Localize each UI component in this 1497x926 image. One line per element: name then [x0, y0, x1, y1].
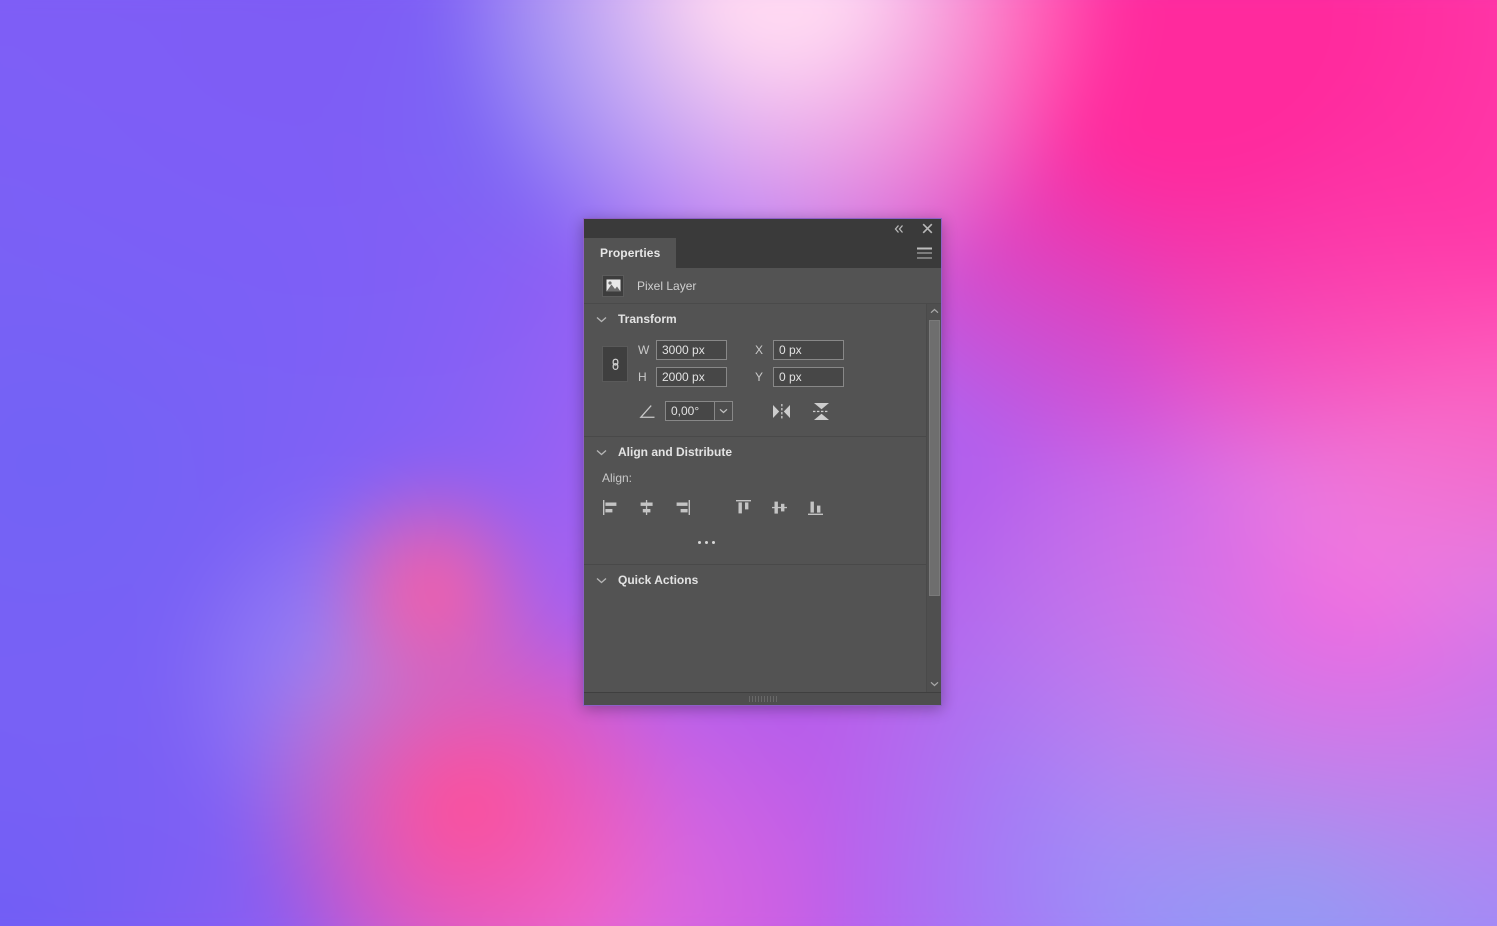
quick-actions-body — [584, 595, 926, 653]
x-input[interactable] — [773, 340, 844, 360]
align-top-edges-icon[interactable] — [735, 499, 752, 516]
transform-fields: W X H Y — [638, 340, 844, 387]
flip-buttons — [770, 400, 832, 422]
panel-tabstrip: Properties — [584, 238, 941, 268]
align-horizontal-centers-icon[interactable] — [638, 499, 655, 516]
resize-grip-icon[interactable] — [748, 696, 777, 702]
chevron-down-icon — [595, 313, 608, 326]
layer-row: Pixel Layer — [584, 268, 941, 304]
scrollbar-thumb[interactable] — [929, 320, 940, 596]
width-input[interactable] — [656, 340, 727, 360]
section-align-and-distribute: Align and Distribute Align: — [584, 437, 926, 565]
link-chain-icon[interactable] — [602, 345, 628, 382]
width-label: W — [638, 343, 650, 357]
align-more-row — [584, 537, 926, 548]
x-label: X — [755, 343, 764, 357]
more-options-icon[interactable] — [694, 537, 719, 548]
angle-row — [639, 400, 926, 422]
collapse-to-icons-icon[interactable] — [892, 222, 906, 236]
chevron-down-icon — [595, 574, 608, 587]
y-input[interactable] — [773, 367, 844, 387]
properties-panel: Properties Pixel Layer Transform W 3000 … — [583, 218, 942, 706]
width-x-line: W X — [638, 340, 844, 360]
y-label: Y — [755, 370, 764, 384]
align-right-edges-icon[interactable] — [674, 499, 691, 516]
angle-dropdown-chevron-down-icon[interactable] — [714, 401, 733, 421]
panel-scrollbar[interactable] — [926, 304, 941, 692]
tab-properties-label: Properties — [600, 246, 661, 260]
panel-sections: Transform W 3000 px X 0 px H 2000 px Y 0… — [584, 304, 926, 692]
align-label: Align: — [602, 471, 633, 485]
section-quick-actions-header[interactable]: Quick Actions — [584, 565, 926, 595]
section-transform: Transform W 3000 px X 0 px H 2000 px Y 0… — [584, 304, 926, 437]
section-quick-actions: Quick Actions — [584, 565, 926, 653]
section-quick-actions-title: Quick Actions — [618, 573, 699, 587]
tab-properties[interactable]: Properties — [584, 238, 677, 268]
align-horizontal-group — [602, 499, 691, 516]
flip-vertical-icon[interactable] — [810, 400, 832, 422]
flip-horizontal-icon[interactable] — [770, 400, 792, 422]
align-bottom-edges-icon[interactable] — [807, 499, 824, 516]
hamburger-menu-icon[interactable] — [917, 247, 932, 259]
align-body: Align: — [584, 467, 926, 564]
height-label: H — [638, 370, 647, 384]
height-y-line: H Y — [638, 367, 844, 387]
panel-footer — [584, 692, 941, 705]
align-buttons — [602, 499, 926, 516]
height-input[interactable] — [656, 367, 727, 387]
scrollbar-track[interactable] — [929, 318, 940, 676]
align-vertical-group — [735, 499, 824, 516]
image-thumbnail-icon — [602, 274, 624, 297]
transform-body: W X H Y — [584, 334, 926, 436]
align-left-edges-icon[interactable] — [602, 499, 619, 516]
close-icon[interactable] — [920, 222, 934, 236]
align-vertical-centers-icon[interactable] — [771, 499, 788, 516]
scroll-up-chevron-up-icon[interactable] — [930, 304, 939, 317]
chevron-down-icon — [595, 446, 608, 459]
section-align-header[interactable]: Align and Distribute — [584, 437, 926, 467]
panel-scroll-body: Transform W 3000 px X 0 px H 2000 px Y 0… — [584, 304, 941, 692]
angle-control — [665, 401, 733, 421]
angle-icon — [639, 404, 656, 419]
panel-titlebar — [584, 219, 941, 238]
angle-input[interactable] — [665, 401, 714, 421]
layer-name: Pixel Layer — [637, 278, 697, 293]
section-transform-header[interactable]: Transform — [584, 304, 926, 334]
section-transform-title: Transform — [618, 312, 677, 326]
section-align-title: Align and Distribute — [618, 445, 732, 459]
scroll-down-chevron-down-icon[interactable] — [930, 677, 939, 690]
